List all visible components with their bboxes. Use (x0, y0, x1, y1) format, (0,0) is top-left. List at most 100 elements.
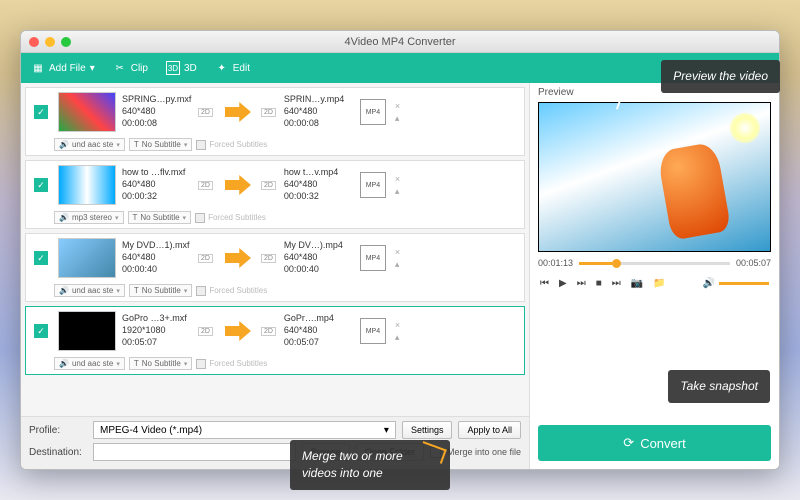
add-file-button[interactable]: ▦ Add File ▾ (31, 61, 95, 75)
audio-dropdown[interactable]: 🔊 mp3 stereo▾ (54, 211, 124, 224)
row-actions[interactable]: ×▴ (392, 247, 403, 270)
row-checkbox[interactable]: ✓ (34, 324, 48, 338)
convert-button[interactable]: ⟳ Convert (538, 425, 771, 461)
input-info: GoPro …3+.mxf1920*108000:05:07 (122, 313, 192, 348)
add-file-icon: ▦ (31, 61, 45, 75)
bottom-panel: Profile: MPEG-4 Video (*.mp4)▾ Settings … (21, 416, 529, 469)
app-window: 4Video MP4 Converter ▦ Add File ▾ ✂ Clip… (20, 30, 780, 470)
row-checkbox[interactable]: ✓ (34, 178, 48, 192)
seek-track[interactable] (579, 262, 730, 265)
window-title: 4Video MP4 Converter (21, 36, 779, 48)
fwd-button[interactable]: ⏭ (577, 278, 586, 289)
preview-video[interactable] (538, 102, 771, 252)
audio-dropdown[interactable]: 🔊 und aac ste▾ (54, 284, 125, 297)
forced-subtitles[interactable]: Forced Subtitles (196, 286, 267, 296)
output-2d-badge: 2D (261, 254, 276, 263)
output-2d-badge: 2D (261, 327, 276, 336)
remove-icon: × (395, 101, 400, 111)
profile-label: Profile: (29, 425, 87, 436)
input-info: how to …flv.mxf640*48000:00:32 (122, 167, 192, 202)
seek-knob[interactable] (612, 259, 621, 268)
refresh-icon: ⟳ (623, 435, 634, 451)
timeline: 00:01:13 00:05:07 (530, 252, 779, 274)
forced-subtitles[interactable]: Forced Subtitles (196, 359, 267, 369)
time-elapsed: 00:01:13 (538, 258, 573, 268)
arrow-icon (225, 102, 251, 122)
callout-merge: Merge two or more videos into one (290, 440, 450, 490)
output-info: My DV…).mp4640*48000:00:40 (284, 240, 354, 275)
input-2d-badge: 2D (198, 108, 213, 117)
edit-button[interactable]: ✦ Edit (215, 61, 250, 75)
thumbnail (58, 165, 116, 205)
row-checkbox[interactable]: ✓ (34, 251, 48, 265)
move-up-icon: ▴ (395, 113, 400, 124)
audio-dropdown[interactable]: 🔊 und aac ste▾ (54, 138, 125, 151)
format-icon: MP4 (360, 99, 386, 125)
output-2d-badge: 2D (261, 108, 276, 117)
chevron-down-icon: ▾ (90, 63, 95, 74)
wand-icon: ✦ (215, 61, 229, 75)
file-row[interactable]: ✓ GoPro …3+.mxf1920*108000:05:07 2D 2D G… (25, 306, 525, 375)
snapshot-button[interactable]: 📷 (631, 278, 643, 289)
subtitle-dropdown[interactable]: T No Subtitle▾ (129, 357, 193, 370)
row-actions[interactable]: ×▴ (392, 174, 403, 197)
main-area: ✓ SPRING…py.mxf640*48000:00:08 2D 2D SPR… (21, 83, 779, 469)
apply-to-all-button[interactable]: Apply to All (458, 421, 521, 439)
format-icon: MP4 (360, 318, 386, 344)
subject-decoration (656, 142, 731, 241)
scissors-icon: ✂ (113, 61, 127, 75)
row-checkbox[interactable]: ✓ (34, 105, 48, 119)
callout-preview: Preview the video (661, 60, 780, 93)
subtitle-dropdown[interactable]: T No Subtitle▾ (129, 138, 193, 151)
file-row[interactable]: ✓ My DVD…1).mxf640*48000:00:40 2D 2D My … (25, 233, 525, 302)
file-list: ✓ SPRING…py.mxf640*48000:00:08 2D 2D SPR… (21, 83, 529, 416)
settings-button[interactable]: Settings (402, 421, 453, 439)
arrow-icon (225, 175, 251, 195)
file-row[interactable]: ✓ SPRING…py.mxf640*48000:00:08 2D 2D SPR… (25, 87, 525, 156)
chevron-down-icon: ▾ (384, 425, 389, 436)
row-actions[interactable]: ×▴ (392, 320, 403, 343)
right-panel: Preview 00:01:13 00:05:07 ⏮ ▶ ⏭ ■ ⏭ 📷 📁 (529, 83, 779, 469)
3d-button[interactable]: 3D 3D (166, 61, 197, 75)
input-info: SPRING…py.mxf640*48000:00:08 (122, 94, 192, 129)
input-2d-badge: 2D (198, 181, 213, 190)
output-info: SPRIN…y.mp4640*48000:00:08 (284, 94, 354, 129)
sun-decoration (730, 113, 760, 143)
volume-track[interactable] (719, 282, 769, 285)
destination-input[interactable] (93, 443, 296, 461)
3d-icon: 3D (166, 61, 180, 75)
input-info: My DVD…1).mxf640*48000:00:40 (122, 240, 192, 275)
folder-button[interactable]: 📁 (653, 278, 665, 289)
output-2d-badge: 2D (261, 181, 276, 190)
arrow-icon (225, 248, 251, 268)
row-actions[interactable]: ×▴ (392, 101, 403, 124)
callout-snapshot: Take snapshot (668, 370, 770, 403)
thumbnail (58, 238, 116, 278)
forced-subtitles[interactable]: Forced Subtitles (195, 213, 266, 223)
clip-label: Clip (131, 63, 148, 74)
volume-icon[interactable]: 🔊 (703, 278, 715, 289)
thumbnail (58, 311, 116, 351)
titlebar: 4Video MP4 Converter (21, 31, 779, 53)
format-icon: MP4 (360, 172, 386, 198)
thumbnail (58, 92, 116, 132)
convert-label: Convert (640, 436, 686, 451)
clip-button[interactable]: ✂ Clip (113, 61, 148, 75)
next-button[interactable]: ⏭ (612, 278, 621, 289)
output-info: GoPr….mp4640*48000:05:07 (284, 313, 354, 348)
subtitle-dropdown[interactable]: T No Subtitle▾ (129, 284, 193, 297)
profile-dropdown[interactable]: MPEG-4 Video (*.mp4)▾ (93, 421, 396, 439)
play-button[interactable]: ▶ (559, 278, 567, 289)
file-row[interactable]: ✓ how to …flv.mxf640*48000:00:32 2D 2D h… (25, 160, 525, 229)
forced-subtitles[interactable]: Forced Subtitles (196, 140, 267, 150)
subtitle-dropdown[interactable]: T No Subtitle▾ (128, 211, 192, 224)
output-info: how t…v.mp4640*48000:00:32 (284, 167, 354, 202)
merge-label: Merge into one file (447, 447, 521, 457)
input-2d-badge: 2D (198, 327, 213, 336)
arrow-icon (225, 321, 251, 341)
destination-label: Destination: (29, 447, 87, 458)
stop-button[interactable]: ■ (596, 278, 602, 289)
playback-controls: ⏮ ▶ ⏭ ■ ⏭ 📷 📁 🔊 (530, 274, 779, 293)
prev-button[interactable]: ⏮ (540, 278, 549, 289)
audio-dropdown[interactable]: 🔊 und aac ste▾ (54, 357, 125, 370)
